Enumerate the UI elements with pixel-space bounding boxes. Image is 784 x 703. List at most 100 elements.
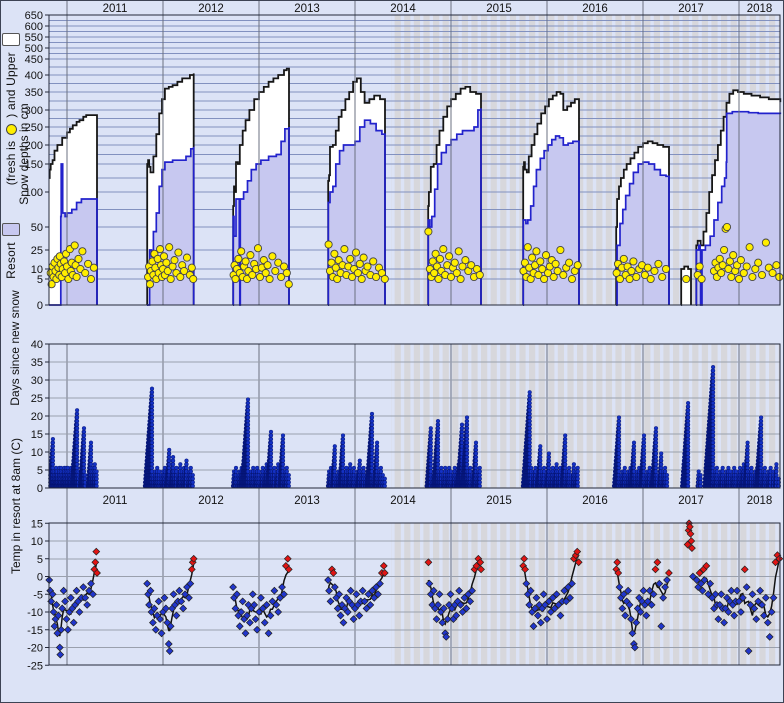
days-tick-label: 10 bbox=[31, 447, 43, 459]
temp-diamond bbox=[76, 609, 83, 616]
temp-diamond bbox=[265, 630, 272, 637]
fresh-snow-dot bbox=[238, 248, 245, 255]
days-tick-label: 0 bbox=[37, 483, 43, 495]
year-label-top: 2013 bbox=[294, 3, 320, 15]
temp-diamond bbox=[188, 566, 195, 573]
temp-diamond bbox=[93, 548, 100, 555]
fresh-snow-dot bbox=[557, 246, 564, 253]
fresh-snow-dot bbox=[662, 265, 669, 272]
temp-diamond bbox=[230, 584, 237, 591]
days-tick-label: 25 bbox=[31, 393, 43, 405]
temp-diamond bbox=[176, 587, 183, 594]
days-tick-label: 5 bbox=[37, 465, 43, 477]
temp-tick-label: 10 bbox=[31, 536, 43, 548]
temp-diamond bbox=[275, 609, 282, 616]
temp-diamond bbox=[246, 619, 253, 626]
temp-tick-label: 5 bbox=[37, 554, 43, 566]
fresh-snow-dot bbox=[146, 281, 153, 288]
year-label-top: 2016 bbox=[582, 3, 608, 15]
fresh-snow-dot bbox=[769, 269, 776, 276]
fresh-snow-dot bbox=[269, 253, 276, 260]
temp-tick-label: -10 bbox=[27, 607, 43, 619]
fresh-snow-dot bbox=[82, 269, 89, 276]
temp-axis-title: Temp in resort at 8am (C) bbox=[9, 411, 23, 601]
temp-diamond bbox=[158, 630, 165, 637]
temp-tick-label: -5 bbox=[33, 589, 43, 601]
temp-tick-label: -15 bbox=[27, 625, 43, 637]
fresh-snow-dot bbox=[457, 275, 464, 282]
chart-canvas: 0510255010015020025030035040045050055060… bbox=[1, 1, 784, 703]
fresh-snow-dot bbox=[721, 246, 728, 253]
year-label-top: 2011 bbox=[103, 3, 128, 15]
days-axis-title: Days since new snow bbox=[8, 273, 22, 423]
temp-diamond bbox=[161, 594, 168, 601]
snow-tick-label: 0 bbox=[37, 300, 43, 312]
fresh-snow-dot bbox=[325, 241, 332, 248]
fresh-snow-dot bbox=[75, 255, 82, 262]
fresh-snow-dot bbox=[73, 273, 80, 280]
mid-year-labels: 20112012201320142015201620172018 bbox=[103, 495, 773, 507]
year-label-middle: 2012 bbox=[198, 495, 224, 507]
fresh-snow-dot bbox=[242, 258, 249, 265]
fresh-snow-dot bbox=[737, 257, 744, 264]
temp-diamond bbox=[150, 619, 157, 626]
fresh-snow-dot bbox=[364, 263, 371, 270]
snow-title-upper-label: ) and Upper bbox=[4, 52, 18, 118]
temp-diamond bbox=[84, 602, 91, 609]
fresh-snow-dot bbox=[183, 254, 190, 261]
fresh-snow-dot bbox=[358, 275, 365, 282]
fresh-snow-dot bbox=[370, 258, 377, 265]
fresh-snow-dot bbox=[272, 267, 279, 274]
fresh-snow-dot bbox=[762, 239, 769, 246]
snow-tick-label: 10 bbox=[31, 264, 43, 276]
temp-diamond bbox=[350, 616, 357, 623]
temp-diamond bbox=[326, 587, 333, 594]
temp-diamond bbox=[155, 598, 162, 605]
temp-diamond bbox=[236, 623, 243, 630]
fresh-snow-dot bbox=[90, 264, 97, 271]
temp-diamond bbox=[242, 630, 249, 637]
fresh-snow-dot bbox=[533, 248, 540, 255]
temp-axis-label: Temp in resort at 8am (C) bbox=[9, 438, 23, 574]
year-label-middle: 2016 bbox=[582, 495, 608, 507]
temp-diamond bbox=[359, 587, 366, 594]
temp-diamond bbox=[152, 626, 159, 633]
temp-diamond bbox=[57, 651, 64, 658]
fresh-snow-dot bbox=[381, 275, 388, 282]
fresh-snow-dot bbox=[446, 253, 453, 260]
fresh-snow-dot bbox=[352, 249, 359, 256]
fresh-snow-dot bbox=[171, 257, 178, 264]
fresh-snow-dot bbox=[451, 259, 458, 266]
temp-diamond bbox=[279, 584, 286, 591]
fresh-snow-dot bbox=[718, 269, 725, 276]
snow-tick-label: 50 bbox=[31, 222, 43, 234]
fresh-snow-dot bbox=[157, 246, 164, 253]
temp-diamond bbox=[380, 562, 387, 569]
year-label-middle: 2011 bbox=[103, 495, 128, 507]
temp-diamond bbox=[327, 598, 334, 605]
fresh-snow-dot bbox=[87, 275, 94, 282]
temp-diamond bbox=[249, 591, 256, 598]
fresh-snow-dot bbox=[568, 275, 575, 282]
year-label-top: 2012 bbox=[198, 3, 224, 15]
temp-tick-label: -25 bbox=[27, 660, 43, 672]
year-label-middle: 2014 bbox=[390, 495, 416, 507]
temp-diamond bbox=[180, 605, 187, 612]
year-label-middle: 2017 bbox=[678, 495, 704, 507]
days-since-new-snow-label: Days since new snow bbox=[8, 290, 22, 405]
fresh-snow-dot bbox=[79, 248, 86, 255]
temp-diamond bbox=[239, 598, 246, 605]
temp-diamond bbox=[59, 605, 66, 612]
fresh-snow-dot bbox=[440, 246, 447, 253]
year-label-top: 2017 bbox=[678, 3, 704, 15]
temp-diamond bbox=[65, 626, 72, 633]
fresh-snow-dot bbox=[524, 244, 531, 251]
temp-diamond bbox=[271, 587, 278, 594]
temp-diamond bbox=[92, 559, 99, 566]
year-label-top: 2018 bbox=[747, 3, 773, 15]
temp-diamond bbox=[261, 619, 268, 626]
fresh-snow-dot bbox=[647, 275, 654, 282]
fresh-snow-dot bbox=[725, 265, 732, 272]
fresh-snow-dot bbox=[476, 271, 483, 278]
fresh-snow-dot bbox=[574, 262, 581, 269]
